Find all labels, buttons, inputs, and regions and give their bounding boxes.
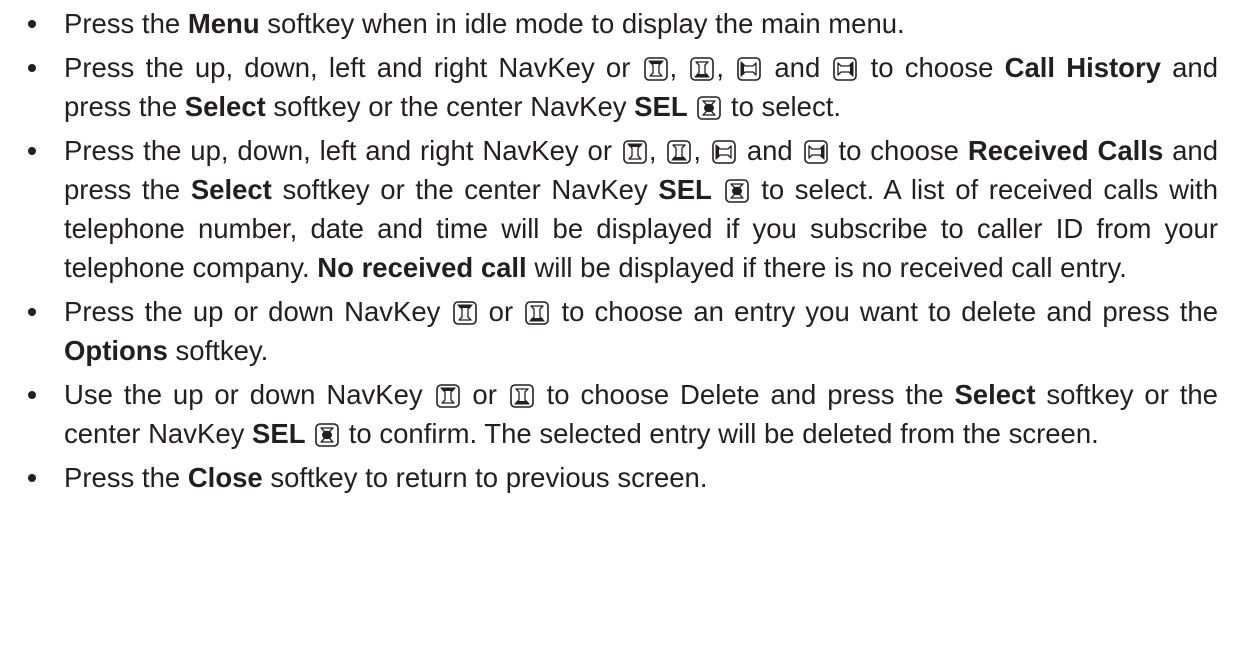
navkey-down-icon [667,140,691,164]
text: Press the up, down, left and right NavKe… [64,52,642,83]
text: softkey when in idle mode to display the… [259,8,905,39]
text: softkey to return to previous screen. [262,462,708,493]
text: , [693,135,710,166]
text: to choose an entry you want to delete an… [551,296,1218,327]
instruction-page: Press the Menu softkey when in idle mode… [0,0,1243,663]
bullet-icon [22,292,42,331]
navkey-right-icon [804,140,828,164]
list-item: Use the up or down NavKey or to choose D… [22,375,1218,453]
menu-softkey-label: Menu [187,8,260,39]
text: , [648,135,666,166]
no-received-call-label: No received call [317,252,527,283]
navkey-center-icon [697,96,721,120]
text: will be displayed if there is no receive… [526,252,1127,283]
bullet-icon [22,375,42,414]
text: , [716,52,736,83]
text: softkey or the center NavKey [271,174,659,205]
list-item: Press the up or down NavKey or to choose… [22,292,1218,370]
text: and [763,52,832,83]
text: to select. [723,91,841,122]
navkey-up-icon [453,301,477,325]
text: or [478,296,524,327]
navkey-up-icon [644,57,668,81]
sel-key-label: SEL [252,418,306,449]
list-item: Press the up, down, left and right NavKe… [22,131,1218,287]
bullet-icon [22,131,42,170]
text: Press the up, down, left and right NavKe… [64,135,621,166]
select-softkey-label: Select [190,174,272,205]
navkey-left-icon [737,57,761,81]
select-softkey-label: Select [184,91,266,122]
text: softkey. [167,335,269,366]
text: to choose [829,135,968,166]
received-calls-label: Received Calls [967,135,1164,166]
text: and [737,135,802,166]
sel-key-label: SEL [634,91,688,122]
bullet-icon [22,4,42,43]
navkey-center-icon [315,423,339,447]
list-item: Press the Menu softkey when in idle mode… [22,4,1218,43]
bullet-icon [22,48,42,87]
navkey-center-icon [725,179,749,203]
instruction-list: Press the Menu softkey when in idle mode… [22,4,1218,497]
text: or [461,379,508,410]
options-softkey-label: Options [64,335,168,366]
bullet-icon [22,458,42,497]
navkey-down-icon [525,301,549,325]
navkey-left-icon [712,140,736,164]
select-softkey-label: Select [954,379,1036,410]
text: to confirm. The selected entry will be d… [341,418,1099,449]
call-history-label: Call History [1004,52,1161,83]
list-item: Press the Close softkey to return to pre… [22,458,1218,497]
text: to choose [859,52,1005,83]
text: Press the up or down NavKey [64,296,451,327]
text: , [669,52,689,83]
navkey-right-icon [833,57,857,81]
navkey-up-icon [436,384,460,408]
text: Use the up or down NavKey [64,379,434,410]
text: Press the [64,8,188,39]
navkey-down-icon [690,57,714,81]
navkey-down-icon [510,384,534,408]
text: to choose Delete and press the [535,379,955,410]
text: Press the [64,462,188,493]
close-softkey-label: Close [187,462,263,493]
text: softkey or the center NavKey [265,91,635,122]
list-item: Press the up, down, left and right NavKe… [22,48,1218,126]
navkey-up-icon [623,140,647,164]
sel-key-label: SEL [658,174,712,205]
